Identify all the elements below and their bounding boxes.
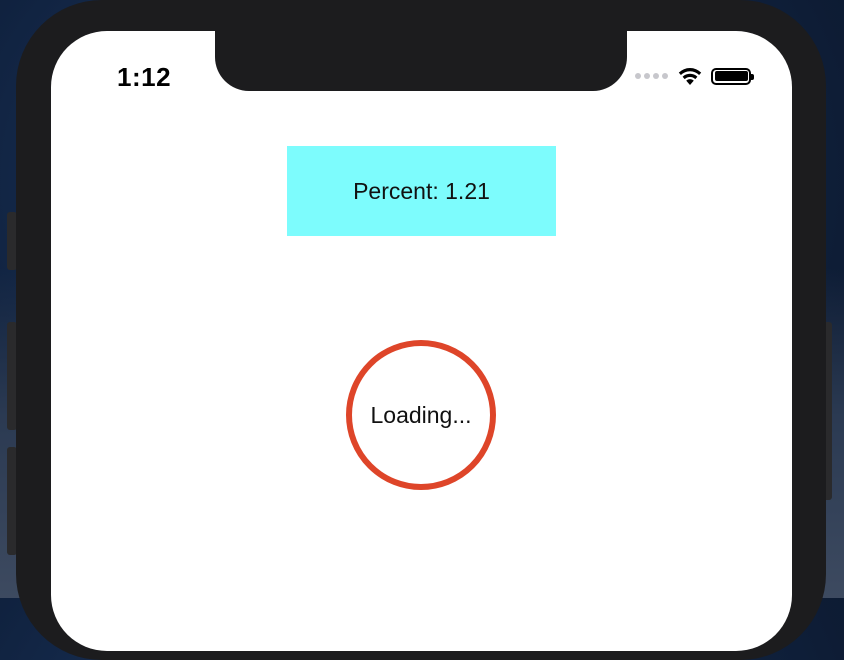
status-icons: [635, 65, 754, 87]
battery-icon: [711, 67, 754, 85]
notch: [215, 31, 627, 91]
signal-dots-icon: [635, 73, 668, 79]
loading-indicator-ring: Loading...: [346, 340, 496, 490]
battery-tip: [751, 73, 754, 80]
percent-text: Percent: 1.21: [353, 177, 490, 204]
loading-text: Loading...: [370, 401, 472, 428]
wifi-icon: [678, 68, 702, 85]
battery-fill: [714, 71, 748, 81]
app-screen: 1:12 Percent: 1.21 Loading...: [51, 31, 792, 651]
percent-label-box: Percent: 1.21: [287, 146, 556, 236]
status-time: 1:12: [117, 62, 172, 92]
